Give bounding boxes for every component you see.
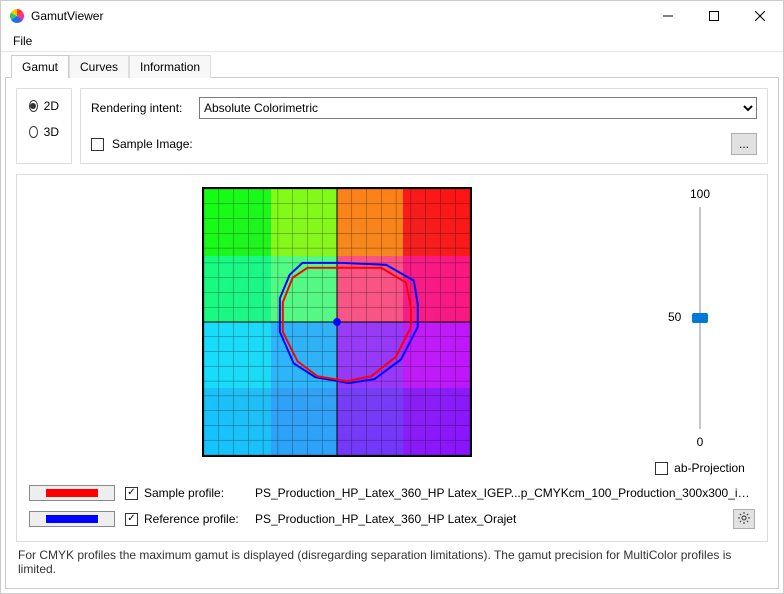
reference-profile-checkbox[interactable]: ✓ xyxy=(125,513,138,526)
sample-profile-row: ✓ Sample profile: PS_Production_HP_Latex… xyxy=(29,485,755,501)
view-mode-box: 2D 3D xyxy=(16,88,72,164)
radio-2d[interactable]: 2D xyxy=(29,99,59,113)
maximize-button[interactable] xyxy=(691,1,737,31)
titlebar: GamutViewer xyxy=(1,1,783,31)
window-title: GamutViewer xyxy=(31,9,645,23)
plot-row: 100 50 0 ab-Projection xyxy=(29,187,755,475)
sample-swatch xyxy=(29,485,115,501)
options-box: Rendering intent: Absolute Colorimetric … xyxy=(80,88,768,164)
footer-note: For CMYK profiles the maximum gamut is d… xyxy=(16,542,768,578)
reference-profile-row: ✓ Reference profile: PS_Production_HP_La… xyxy=(29,509,755,529)
sample-profile-checkbox[interactable]: ✓ xyxy=(125,487,138,500)
ab-projection-label: ab-Projection xyxy=(674,461,745,475)
slider-thumb[interactable] xyxy=(692,313,708,323)
tab-curves[interactable]: Curves xyxy=(69,55,129,78)
client-area: Gamut Curves Information 2D 3D xyxy=(1,51,783,593)
gamut-view-box: 100 50 0 ab-Projection xyxy=(16,174,768,542)
radio-3d[interactable]: 3D xyxy=(29,125,59,139)
settings-button[interactable] xyxy=(733,509,755,529)
minimize-button[interactable] xyxy=(645,1,691,31)
rendering-intent-row: Rendering intent: Absolute Colorimetric xyxy=(91,97,757,119)
reference-profile-label: Reference profile: xyxy=(144,512,239,526)
radio-2d-label: 2D xyxy=(44,99,59,113)
slider-min-label: 0 xyxy=(697,435,704,449)
sample-image-row: Sample Image: ... xyxy=(91,133,757,155)
sample-image-checkbox[interactable] xyxy=(91,138,104,151)
menu-file[interactable]: File xyxy=(9,32,36,50)
tab-gamut[interactable]: Gamut xyxy=(11,55,69,78)
tab-information[interactable]: Information xyxy=(129,55,211,78)
tabstrip: Gamut Curves Information xyxy=(5,54,779,77)
options-row: 2D 3D Rendering intent: Absolute Colorim… xyxy=(16,88,768,164)
sample-profile-label: Sample profile: xyxy=(144,486,224,500)
reference-swatch xyxy=(29,511,115,527)
menubar: File xyxy=(1,31,783,51)
ab-projection-checkbox[interactable] xyxy=(655,462,668,475)
radio-3d-label: 3D xyxy=(44,125,59,139)
sample-image-label: Sample Image: xyxy=(112,137,193,151)
gamut-plot[interactable] xyxy=(202,187,472,457)
ab-projection-row: ab-Projection xyxy=(655,461,745,475)
lightness-slider-area: 100 50 0 ab-Projection xyxy=(645,187,755,475)
legend: ✓ Sample profile: PS_Production_HP_Latex… xyxy=(29,485,755,529)
gear-icon xyxy=(738,512,750,527)
lightness-slider[interactable]: 50 xyxy=(690,207,710,429)
slider-mid-label: 50 xyxy=(668,310,681,324)
rendering-intent-select[interactable]: Absolute Colorimetric xyxy=(199,97,757,119)
rendering-intent-label: Rendering intent: xyxy=(91,101,191,115)
app-window: GamutViewer File Gamut Curves Informatio… xyxy=(0,0,784,594)
radio-indicator xyxy=(29,100,38,112)
slider-max-label: 100 xyxy=(690,187,710,201)
radio-indicator xyxy=(29,126,38,138)
tab-panel-gamut: 2D 3D Rendering intent: Absolute Colorim… xyxy=(5,77,779,589)
sample-profile-text: PS_Production_HP_Latex_360_HP Latex_IGEP… xyxy=(255,486,755,500)
close-button[interactable] xyxy=(737,1,783,31)
plot-wrapper xyxy=(29,187,645,475)
browse-button[interactable]: ... xyxy=(731,133,757,155)
app-icon xyxy=(9,8,25,24)
reference-profile-text: PS_Production_HP_Latex_360_HP Latex_Oraj… xyxy=(255,512,723,526)
